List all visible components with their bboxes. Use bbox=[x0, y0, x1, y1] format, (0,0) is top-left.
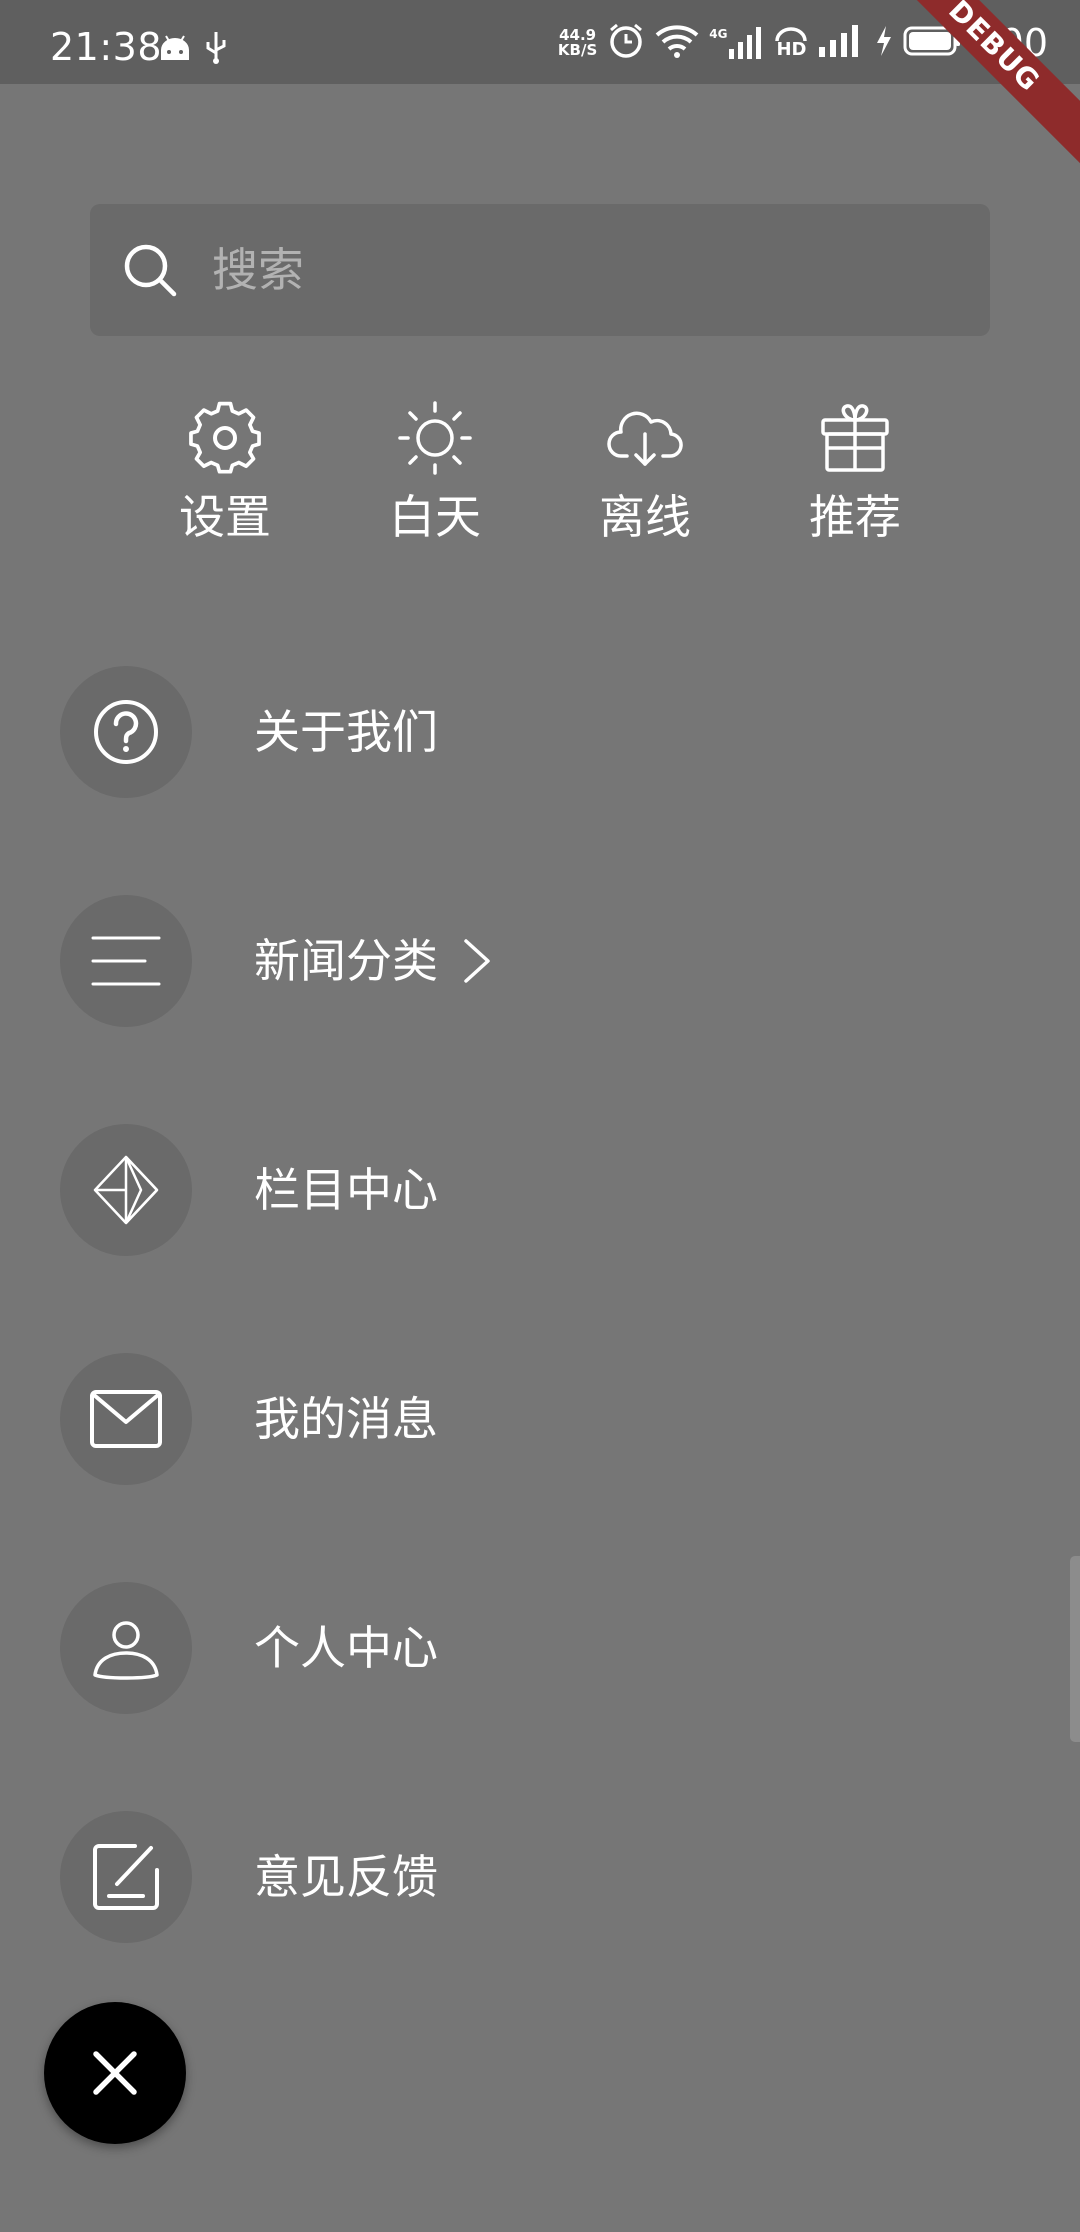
charging-icon bbox=[875, 26, 893, 60]
network-type-label: 4G bbox=[709, 27, 728, 41]
menu-item-feedback[interactable]: 意见反馈 bbox=[60, 1811, 438, 1943]
status-time: 21:38 bbox=[50, 25, 163, 69]
search-bar[interactable] bbox=[90, 204, 990, 336]
quick-action-offline[interactable]: 离线 bbox=[540, 398, 750, 540]
signal-icon bbox=[819, 25, 865, 61]
status-notification-icons bbox=[158, 30, 228, 68]
close-icon bbox=[93, 2051, 137, 2095]
menu-icon-bg bbox=[60, 895, 192, 1027]
hd-label: HD bbox=[776, 39, 807, 60]
menu-item-label: 我的消息 bbox=[254, 1392, 438, 1446]
network-speed: 44.9 KB/S bbox=[558, 28, 597, 58]
menu-icon-bg bbox=[60, 666, 192, 798]
hd-voice-icon: HD bbox=[773, 27, 809, 59]
user-icon bbox=[93, 1621, 159, 1680]
menu-icon-bg bbox=[60, 1124, 192, 1256]
gift-icon bbox=[821, 404, 889, 472]
status-bar: 21:38 44.9 KB/S 4G HD bbox=[0, 0, 1080, 84]
diamond-icon bbox=[93, 1155, 159, 1225]
quick-action-settings[interactable]: 设置 bbox=[120, 398, 330, 540]
menu-item-my-messages[interactable]: 我的消息 bbox=[60, 1353, 438, 1485]
menu-item-about-us[interactable]: 关于我们 bbox=[60, 666, 438, 798]
network-speed-unit: KB/S bbox=[557, 41, 598, 59]
menu-item-label: 意见反馈 bbox=[254, 1850, 438, 1904]
quick-action-recommend-label: 推荐 bbox=[809, 490, 901, 544]
sun-icon bbox=[398, 401, 472, 475]
feedback-icon bbox=[93, 1844, 159, 1910]
menu-item-news-categories[interactable]: 新闻分类 bbox=[60, 895, 492, 1027]
gear-icon bbox=[189, 401, 261, 474]
menu-icon-bg bbox=[60, 1353, 192, 1485]
close-button[interactable] bbox=[44, 2002, 186, 2144]
scroll-handle[interactable] bbox=[1070, 1556, 1080, 1742]
cloud-download-icon bbox=[607, 411, 683, 466]
signal-4g-icon: 4G bbox=[709, 27, 763, 59]
menu-item-personal-center[interactable]: 个人中心 bbox=[60, 1582, 438, 1714]
menu-item-label: 栏目中心 bbox=[254, 1163, 438, 1217]
menu-item-label: 个人中心 bbox=[254, 1621, 438, 1675]
quick-action-offline-label: 离线 bbox=[599, 490, 691, 544]
quick-action-recommend[interactable]: 推荐 bbox=[750, 398, 960, 540]
menu-icon-bg bbox=[60, 1811, 192, 1943]
menu-item-label: 新闻分类 bbox=[254, 934, 438, 988]
question-circle-icon bbox=[94, 700, 158, 764]
mail-icon bbox=[90, 1390, 162, 1448]
android-icon bbox=[158, 32, 192, 66]
search-input[interactable] bbox=[210, 242, 894, 298]
menu-item-label: 关于我们 bbox=[254, 705, 438, 759]
quick-action-settings-label: 设置 bbox=[179, 490, 271, 544]
wifi-icon bbox=[655, 23, 699, 63]
chevron-right-icon bbox=[464, 939, 490, 983]
menu-item-column-center[interactable]: 栏目中心 bbox=[60, 1124, 438, 1256]
menu-icon-bg bbox=[60, 1582, 192, 1714]
quick-actions: 设置 白天 离线 推荐 bbox=[120, 398, 960, 540]
usb-icon bbox=[204, 30, 228, 68]
alarm-icon bbox=[607, 22, 645, 64]
menu-lines-icon bbox=[91, 936, 161, 986]
quick-action-daytime-label: 白天 bbox=[389, 490, 481, 544]
search-icon bbox=[124, 244, 177, 297]
quick-action-daytime[interactable]: 白天 bbox=[330, 398, 540, 540]
